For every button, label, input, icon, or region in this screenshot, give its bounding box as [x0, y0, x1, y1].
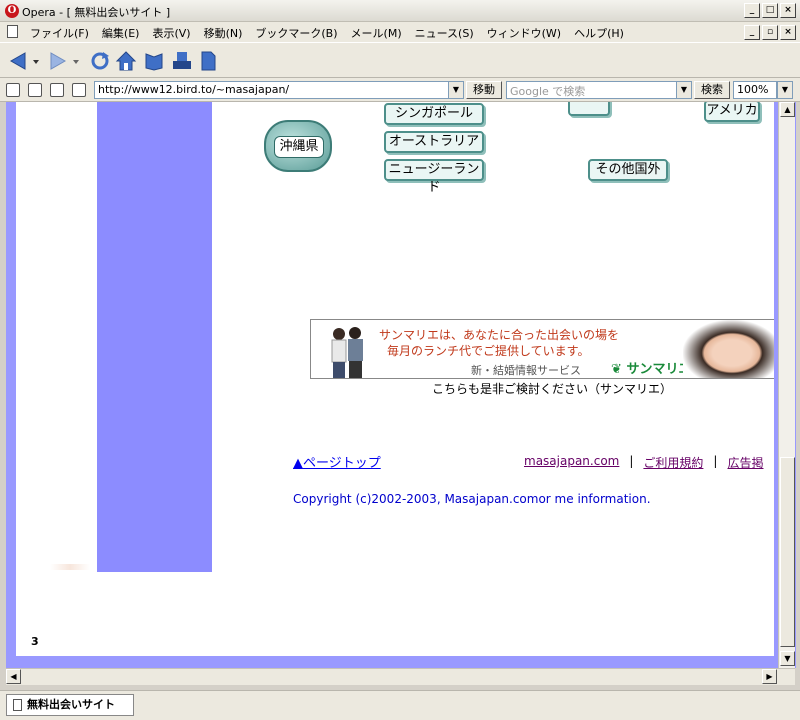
- region-button-okinawa[interactable]: 沖縄県: [264, 120, 332, 172]
- vertical-scrollbar[interactable]: ▲ ▼: [778, 102, 795, 668]
- region-button-singapore[interactable]: シンガポール: [384, 103, 484, 125]
- document-info-icon[interactable]: [50, 83, 64, 97]
- banner-message-line2: 毎月のランチ代でご提供しています。: [387, 344, 590, 358]
- footer-links: masajapan.com | ご利用規約 | 広告掲: [524, 454, 763, 471]
- status-bar: 無料出会いサイト: [0, 690, 800, 720]
- page-top-link[interactable]: ▲ページトップ: [293, 452, 381, 471]
- menu-help[interactable]: ヘルプ(H): [574, 25, 624, 41]
- sunmarie-ad-banner[interactable]: サンマリエは、あなたに合った出会いの場を 毎月のランチ代でご提供しています。 新…: [310, 319, 774, 379]
- menu-file[interactable]: ファイル(F): [30, 25, 89, 41]
- forward-icon[interactable]: [46, 49, 70, 73]
- footer-separator: |: [629, 454, 634, 468]
- maximize-button[interactable]: □: [762, 3, 778, 18]
- close-button[interactable]: ×: [780, 3, 796, 18]
- okinawa-label: 沖縄県: [274, 136, 324, 158]
- woman-photo: [683, 320, 774, 378]
- new-page-icon[interactable]: [196, 49, 220, 73]
- sunmarie-logo: ❦ サンマリエ: [611, 358, 691, 377]
- document-window-controls: _ ▫ ×: [744, 25, 796, 40]
- print-icon[interactable]: [170, 49, 194, 73]
- search-button[interactable]: 検索: [694, 81, 730, 99]
- menu-mail[interactable]: メール(M): [351, 25, 402, 41]
- home-icon[interactable]: [114, 49, 138, 73]
- reload-icon[interactable]: [88, 49, 112, 73]
- search-input[interactable]: Google で検索: [506, 81, 678, 99]
- opera-logo-icon: O: [5, 4, 19, 18]
- banner-caption: こちらも是非ご検討ください（サンマリエ）: [432, 382, 673, 396]
- vertical-scroll-thumb[interactable]: [780, 457, 795, 647]
- footer-link-home[interactable]: masajapan.com: [524, 454, 619, 471]
- doc-minimize-button[interactable]: _: [744, 25, 760, 40]
- search-engine-dropdown-icon[interactable]: ▼: [676, 81, 692, 99]
- page-viewport: アメリカ シンガポール オーストラリア ニュージーランド その他国外 沖縄県 サ…: [16, 102, 774, 656]
- security-lock-icon[interactable]: [6, 83, 20, 97]
- print-preview-icon[interactable]: [72, 83, 86, 97]
- window-title: Opera - [ 無料出会いサイト ]: [22, 6, 171, 19]
- decorative-smudge: [50, 564, 90, 570]
- menu-bookmarks[interactable]: ブックマーク(B): [255, 25, 337, 41]
- minimize-button[interactable]: _: [744, 3, 760, 18]
- side-column: [97, 102, 212, 572]
- back-icon[interactable]: [6, 49, 30, 73]
- page-tab-title: 無料出会いサイト: [27, 698, 115, 711]
- copyright-text: Copyright (c)2002-2003, Masajapan.comor …: [293, 492, 651, 506]
- region-button-america[interactable]: アメリカ: [704, 102, 760, 122]
- forward-history-icon[interactable]: [70, 49, 82, 73]
- url-input[interactable]: http://www12.bird.to/~masajapan/: [94, 81, 464, 99]
- couple-illustration-icon: [331, 327, 363, 378]
- go-button[interactable]: 移動: [466, 81, 502, 99]
- banner-service-text: 新・結婚情報サービス: [471, 364, 581, 377]
- doc-restore-button[interactable]: ▫: [762, 25, 778, 40]
- navigation-toolbar: [0, 42, 800, 78]
- scroll-right-icon[interactable]: ▶: [762, 669, 777, 684]
- menu-navigate[interactable]: 移動(N): [204, 25, 243, 41]
- page-frame: アメリカ シンガポール オーストラリア ニュージーランド その他国外 沖縄県 サ…: [6, 102, 796, 668]
- scroll-up-icon[interactable]: ▲: [780, 102, 795, 117]
- page-number: 3: [31, 635, 39, 648]
- back-history-icon[interactable]: [30, 49, 42, 73]
- leaf-icon: ❦: [611, 362, 622, 377]
- region-button-australia[interactable]: オーストラリア: [384, 131, 484, 153]
- window-title-bar[interactable]: O Opera - [ 無料出会いサイト ] _ □ ×: [0, 0, 800, 22]
- footer-link-terms[interactable]: ご利用規約: [643, 454, 703, 471]
- address-bar: http://www12.bird.to/~masajapan/ ▼ 移動 Go…: [0, 78, 800, 102]
- sunmarie-brand-text: サンマリエ: [626, 362, 692, 377]
- zoom-input[interactable]: 100%: [733, 81, 777, 99]
- scroll-down-icon[interactable]: ▼: [780, 651, 795, 666]
- region-button-other-overseas[interactable]: その他国外: [588, 159, 668, 181]
- window-controls: _ □ ×: [744, 3, 796, 18]
- region-button-partial[interactable]: [568, 102, 610, 116]
- scroll-left-icon[interactable]: ◀: [6, 669, 21, 684]
- page-tab[interactable]: 無料出会いサイト: [6, 694, 134, 716]
- banner-message-line1: サンマリエは、あなたに合った出会いの場を: [379, 328, 620, 342]
- horizontal-scrollbar[interactable]: ◀ ▶: [6, 668, 795, 685]
- page-tab-document-icon: [13, 699, 22, 711]
- menu-window[interactable]: ウィンドウ(W): [487, 25, 561, 41]
- cookie-icon[interactable]: [28, 83, 42, 97]
- region-button-new-zealand[interactable]: ニュージーランド: [384, 159, 484, 195]
- menu-edit[interactable]: 編集(E): [102, 25, 140, 41]
- footer-separator: |: [713, 454, 718, 468]
- menu-news[interactable]: ニュース(S): [415, 25, 474, 41]
- menu-bar: ファイル(F) 編集(E) 表示(V) 移動(N) ブックマーク(B) メール(…: [0, 22, 800, 42]
- document-icon: [7, 25, 18, 38]
- doc-close-button[interactable]: ×: [780, 25, 796, 40]
- menu-view[interactable]: 表示(V): [152, 25, 190, 41]
- footer-link-ads[interactable]: 広告掲: [727, 454, 763, 471]
- hotlist-icon[interactable]: [142, 49, 166, 73]
- zoom-dropdown-arrow-icon[interactable]: ▼: [777, 81, 793, 99]
- url-dropdown-arrow-icon[interactable]: ▼: [448, 81, 464, 99]
